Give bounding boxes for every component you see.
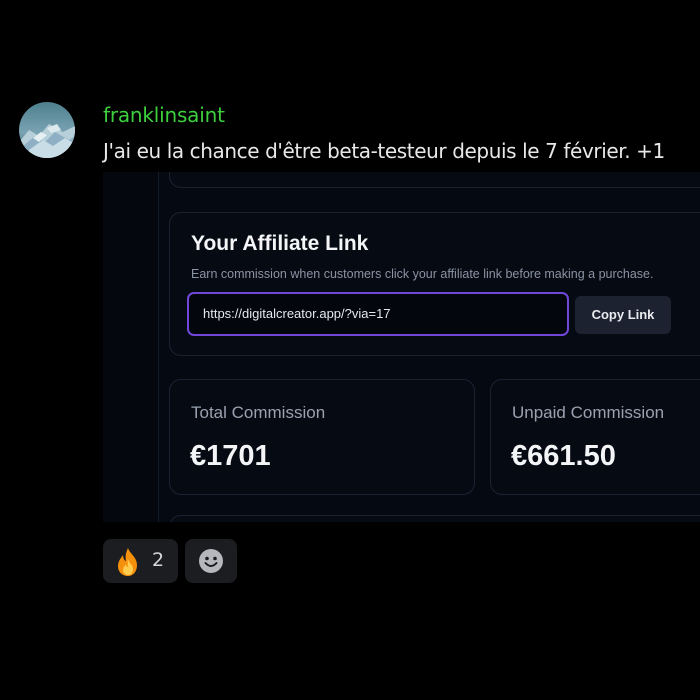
total-commission-value: €1701 xyxy=(190,440,271,472)
affiliate-link-card: Your Affiliate Link Earn commission when… xyxy=(169,212,700,356)
smiley-add-reaction-icon xyxy=(199,549,223,573)
unpaid-commission-card: Unpaid Commission €661.50 xyxy=(490,379,700,495)
user-avatar[interactable] xyxy=(19,102,75,158)
affiliate-link-subtitle: Earn commission when customers click you… xyxy=(191,267,654,281)
embed-top-card xyxy=(169,172,700,188)
add-reaction-button[interactable] xyxy=(185,539,237,583)
embed-bottom-card xyxy=(169,515,700,522)
reaction-count: 2 xyxy=(152,549,165,571)
attached-screenshot[interactable]: Your Affiliate Link Earn commission when… xyxy=(103,172,700,522)
affiliate-link-input[interactable]: https://digitalcreator.app/?via=17 xyxy=(187,292,569,336)
total-commission-card: Total Commission €1701 xyxy=(169,379,475,495)
copy-link-button[interactable]: Copy Link xyxy=(575,296,671,334)
total-commission-label: Total Commission xyxy=(191,403,326,422)
unpaid-commission-label: Unpaid Commission xyxy=(512,403,665,422)
affiliate-link-title: Your Affiliate Link xyxy=(191,232,369,255)
unpaid-commission-value: €661.50 xyxy=(511,440,616,472)
message-text: J'ai eu la chance d'être beta-testeur de… xyxy=(103,139,665,163)
reaction-fire[interactable]: 2 xyxy=(103,539,178,583)
discord-message-view: franklinsaint J'ai eu la chance d'être b… xyxy=(0,0,700,700)
username[interactable]: franklinsaint xyxy=(103,103,225,127)
fire-emoji-icon xyxy=(118,548,137,576)
embed-sidebar xyxy=(103,172,159,522)
